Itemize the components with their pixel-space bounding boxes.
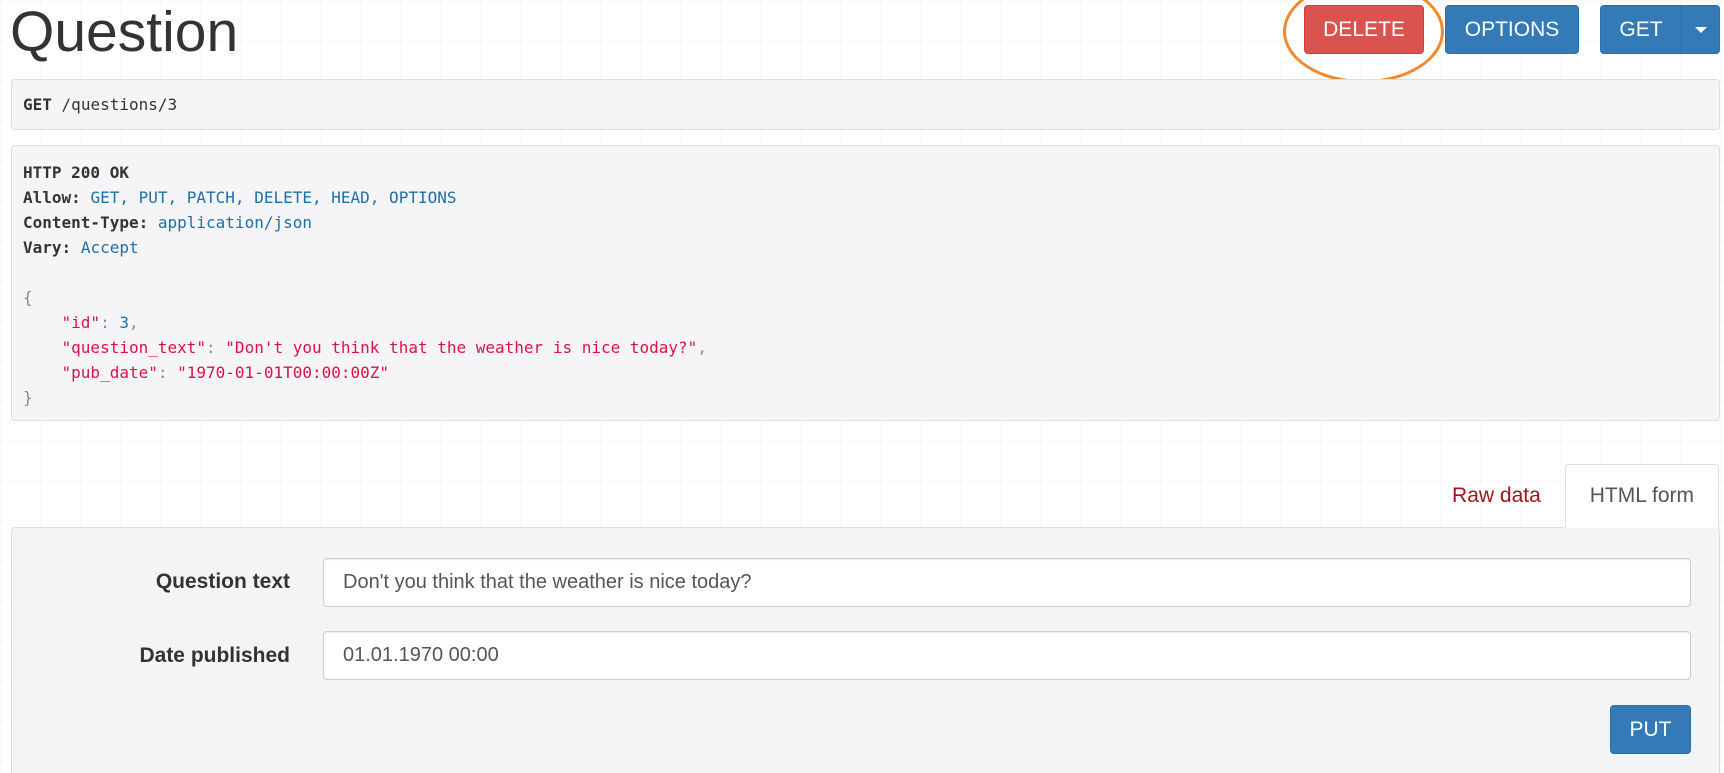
delete-button[interactable]: DELETE (1304, 5, 1424, 54)
json-key-pub-date: "pub_date" (61, 363, 158, 382)
json-value-id: 3 (119, 313, 129, 332)
vary-header-value: Accept (80, 238, 139, 257)
response-content: HTTP 200 OK Allow: GET, PUT, PATCH, DELE… (23, 163, 707, 407)
request-method: GET (23, 95, 52, 114)
options-button[interactable]: OPTIONS (1445, 5, 1579, 54)
allow-header-key: Allow: (23, 188, 81, 207)
response-status: HTTP 200 OK (23, 163, 129, 182)
question-text-input[interactable] (323, 558, 1691, 607)
date-published-input[interactable] (323, 631, 1691, 680)
page-title: Question (10, 0, 239, 64)
get-button[interactable]: GET (1600, 5, 1682, 54)
json-key-id: "id" (61, 313, 101, 332)
json-open-brace: { (23, 288, 33, 307)
tab-html-form[interactable]: HTML form (1564, 464, 1719, 528)
json-key-question-text: "question_text" (61, 338, 207, 357)
get-format-dropdown-button[interactable] (1681, 5, 1720, 54)
allow-header-value: GET, PUT, PATCH, DELETE, HEAD, OPTIONS (90, 188, 457, 207)
json-value-pub-date: "1970-01-01T00:00:00Z" (177, 363, 390, 382)
response-info: HTTP 200 OK Allow: GET, PUT, PATCH, DELE… (11, 145, 1720, 421)
json-value-question-text: "Don't you think that the weather is nic… (225, 338, 698, 357)
tab-raw-data[interactable]: Raw data (1428, 464, 1565, 528)
content-type-header-value: application/json (157, 213, 312, 232)
request-path: /questions/3 (61, 95, 178, 114)
content-type-header-key: Content-Type: (23, 213, 149, 232)
question-text-label: Question text (155, 570, 290, 593)
put-button[interactable]: PUT (1610, 705, 1691, 754)
request-info: GET /questions/3 (11, 79, 1720, 130)
content-tabs: Raw data HTML form (1428, 464, 1719, 528)
vary-header-key: Vary: (23, 238, 72, 257)
html-form-panel: Question text Date published PUT (11, 527, 1720, 773)
json-close-brace: } (23, 388, 33, 407)
date-published-label: Date published (139, 644, 290, 667)
caret-down-icon (1694, 26, 1707, 33)
get-button-group: GET (1600, 5, 1721, 54)
